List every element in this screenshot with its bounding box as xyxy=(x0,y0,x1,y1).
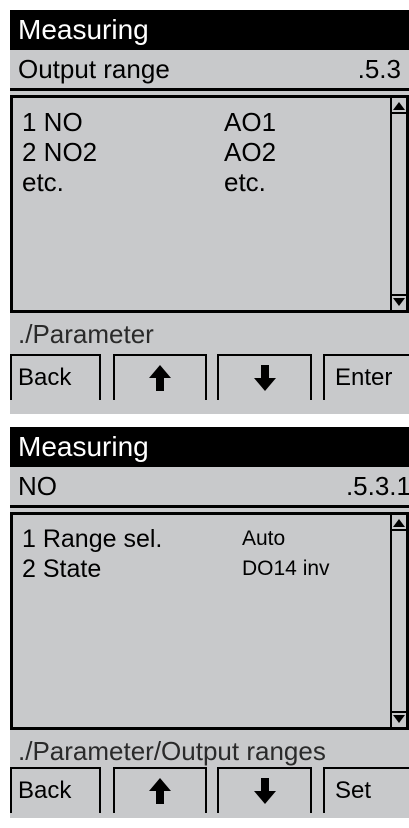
list-item-label: 1 Range sel. xyxy=(22,525,163,553)
up-button[interactable] xyxy=(113,354,207,400)
up-button[interactable] xyxy=(113,767,207,813)
list-item[interactable]: 2 NO2 AO2 xyxy=(16,137,390,167)
list-item-value: Auto xyxy=(242,527,286,550)
scroll-down-divider xyxy=(392,711,406,713)
arrow-up-icon xyxy=(149,778,171,804)
softkey-bar: Back Enter xyxy=(10,354,409,400)
scroll-up-arrow-icon[interactable] xyxy=(393,519,405,527)
arrow-down-icon xyxy=(253,778,276,804)
menu-header: Output range .5.3 xyxy=(10,50,409,91)
menu-list: 1 Range sel. Auto 2 State DO14 inv xyxy=(10,512,409,730)
list-item[interactable]: etc. etc. xyxy=(16,167,390,197)
list-item-label: 2 NO2 xyxy=(22,137,98,167)
arrow-down-icon xyxy=(253,365,276,391)
set-button[interactable]: Set xyxy=(323,767,409,813)
scroll-down-arrow-icon[interactable] xyxy=(393,715,405,723)
scroll-down-divider xyxy=(392,294,406,296)
breadcrumb-path: ./Parameter xyxy=(18,319,154,349)
scroll-up-divider xyxy=(392,112,406,114)
menu-list-items: 1 NO AO1 2 NO2 AO2 etc. etc. xyxy=(16,101,390,307)
scrollbar[interactable] xyxy=(390,515,406,727)
list-item[interactable]: 2 State DO14 inv xyxy=(16,554,390,584)
scroll-up-arrow-icon[interactable] xyxy=(393,102,405,110)
list-item-value: AO2 xyxy=(224,137,277,167)
menu-list-items: 1 Range sel. Auto 2 State DO14 inv xyxy=(16,518,390,724)
menu-header-name: NO xyxy=(18,471,57,501)
scroll-up-divider xyxy=(392,529,406,531)
menu-header-code: .5.3.1 xyxy=(345,471,409,501)
screen-title: Measuring xyxy=(10,10,409,50)
list-item-label: 1 NO xyxy=(22,107,83,137)
list-item-value: DO14 inv xyxy=(242,557,330,580)
back-button[interactable]: Back xyxy=(10,767,101,813)
down-button[interactable] xyxy=(217,767,312,813)
list-item-label: 2 State xyxy=(22,555,102,583)
enter-button[interactable]: Enter xyxy=(323,354,409,400)
menu-screen-output-range: Measuring Output range .5.3 1 NO AO1 2 N… xyxy=(10,10,409,414)
list-item-value: etc. xyxy=(224,167,266,197)
menu-header: NO .5.3.1 xyxy=(10,467,409,508)
back-button[interactable]: Back xyxy=(10,354,101,400)
list-item-value: AO1 xyxy=(224,107,277,137)
scrollbar[interactable] xyxy=(390,98,406,310)
menu-list: 1 NO AO1 2 NO2 AO2 etc. etc. xyxy=(10,95,409,313)
breadcrumb-path: ./Parameter/Output ranges xyxy=(18,736,326,766)
menu-header-name: Output range xyxy=(18,54,170,84)
menu-screen-no: Measuring NO .5.3.1 1 Range sel. Auto 2 … xyxy=(10,427,409,818)
list-item[interactable]: 1 NO AO1 xyxy=(16,107,390,137)
down-button[interactable] xyxy=(217,354,312,400)
menu-header-code: .5.3 xyxy=(357,54,401,84)
list-item-label: etc. xyxy=(22,167,64,197)
list-item[interactable]: 1 Range sel. Auto xyxy=(16,524,390,554)
screen-title: Measuring xyxy=(10,427,409,467)
scroll-down-arrow-icon[interactable] xyxy=(393,298,405,306)
arrow-up-icon xyxy=(149,365,171,391)
softkey-bar: Back Set xyxy=(10,767,409,813)
